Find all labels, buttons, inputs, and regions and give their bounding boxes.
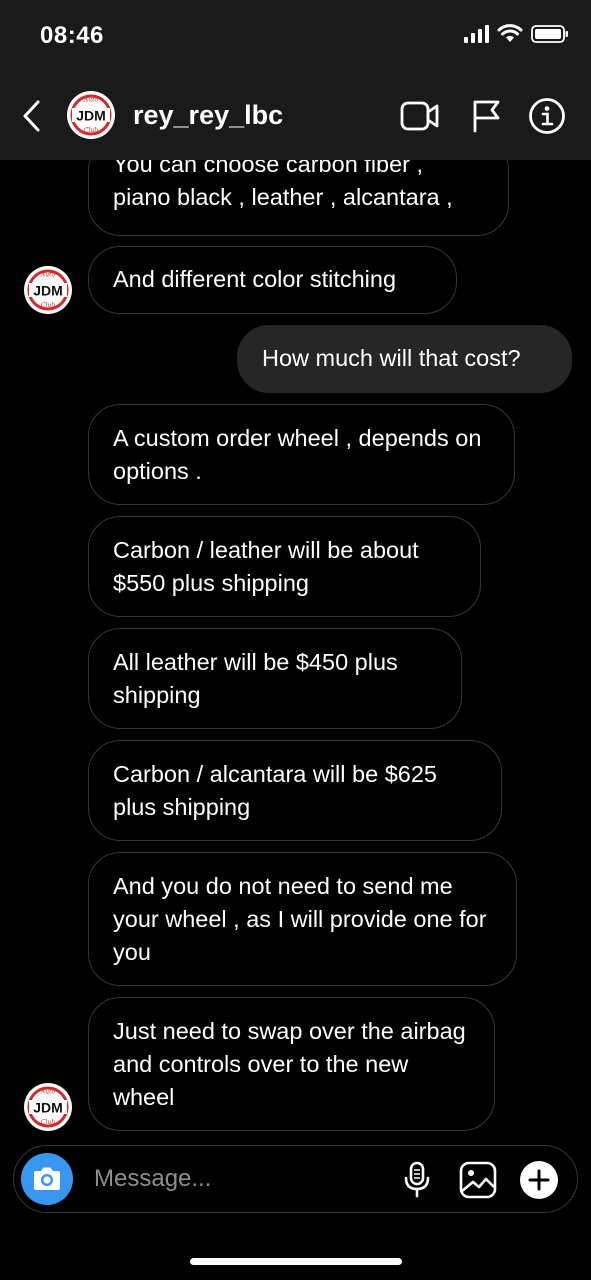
svg-text:Club: Club [41, 1119, 55, 1126]
message-text: All leather will be $450 plus shipping [113, 649, 398, 708]
chevron-left-icon [23, 100, 40, 132]
username[interactable]: rey_rey_lbc [133, 100, 283, 131]
svg-text:Auto: Auto [83, 97, 99, 104]
svg-text:Club: Club [41, 302, 55, 309]
info-icon [529, 98, 565, 134]
message-thread[interactable]: You can choose carbon fiber , piano blac… [0, 160, 591, 1145]
status-icons [464, 24, 569, 44]
video-camera-icon [400, 101, 439, 131]
svg-text:Auto: Auto [40, 272, 56, 279]
message-bubble-incoming[interactable]: Just need to swap over the airbag and co… [88, 997, 495, 1131]
svg-text:JDM: JDM [33, 283, 63, 299]
sender-avatar[interactable]: Auto JDM Club [23, 1082, 73, 1132]
message-text: Carbon / leather will be about $550 plus… [113, 537, 419, 596]
gallery-button[interactable] [458, 1160, 498, 1200]
message-text: And different color stitching [113, 266, 397, 292]
message-bubble-incoming[interactable]: All leather will be $450 plus shipping [88, 628, 462, 729]
svg-text:Club: Club [84, 127, 98, 134]
message-composer [13, 1145, 578, 1213]
camera-button[interactable] [21, 1153, 73, 1205]
photo-gallery-icon [459, 1161, 497, 1199]
message-input[interactable] [94, 1162, 354, 1196]
message-bubble-incoming[interactable]: Carbon / alcantara will be $625 plus shi… [88, 740, 502, 841]
message-bubble-incoming[interactable]: A custom order wheel , depends on option… [88, 404, 515, 505]
header-avatar[interactable]: Auto JDM Club [66, 90, 116, 140]
message-text: Just need to swap over the airbag and co… [113, 1018, 466, 1110]
svg-text:JDM: JDM [76, 108, 106, 124]
video-call-button[interactable] [400, 96, 440, 136]
voice-message-button[interactable] [397, 1160, 437, 1200]
message-text: Carbon / alcantara will be $625 plus shi… [113, 761, 437, 820]
battery-icon [531, 25, 568, 43]
wifi-icon [497, 24, 523, 42]
sender-avatar[interactable]: Auto JDM Club [23, 265, 73, 315]
jdm-logo-icon: Auto JDM Club [24, 266, 72, 314]
home-indicator[interactable] [190, 1258, 402, 1265]
report-flag-button[interactable] [466, 96, 506, 136]
message-text: How much will that cost? [262, 345, 521, 371]
status-time: 08:46 [40, 22, 104, 49]
flag-icon [473, 100, 500, 133]
message-bubble-incoming[interactable]: Carbon / leather will be about $550 plus… [88, 516, 481, 617]
microphone-icon [404, 1161, 430, 1198]
chat-header: Auto JDM Club rey_rey_lbc [0, 72, 591, 160]
status-bar: 08:46 [0, 0, 591, 72]
jdm-logo-icon: Auto JDM Club [24, 1083, 72, 1131]
camera-icon [34, 1167, 60, 1190]
message-bubble-incoming[interactable]: You can choose carbon fiber , piano blac… [88, 160, 509, 236]
cellular-signal-icon [464, 25, 489, 43]
message-text: And you do not need to send me your whee… [113, 873, 487, 965]
back-button[interactable] [14, 96, 48, 136]
message-bubble-incoming[interactable]: And you do not need to send me your whee… [88, 852, 517, 986]
svg-text:JDM: JDM [33, 1100, 63, 1116]
plus-circle-icon [520, 1161, 558, 1199]
message-bubble-outgoing[interactable]: How much will that cost? [237, 325, 572, 393]
add-more-button[interactable] [519, 1160, 559, 1200]
message-text: A custom order wheel , depends on option… [113, 425, 482, 484]
jdm-logo-icon: Auto JDM Club [67, 91, 115, 139]
message-text: You can choose carbon fiber , piano blac… [113, 160, 453, 210]
svg-text:Auto: Auto [40, 1089, 56, 1096]
info-button[interactable] [527, 96, 567, 136]
message-bubble-incoming[interactable]: And different color stitching [88, 246, 457, 314]
